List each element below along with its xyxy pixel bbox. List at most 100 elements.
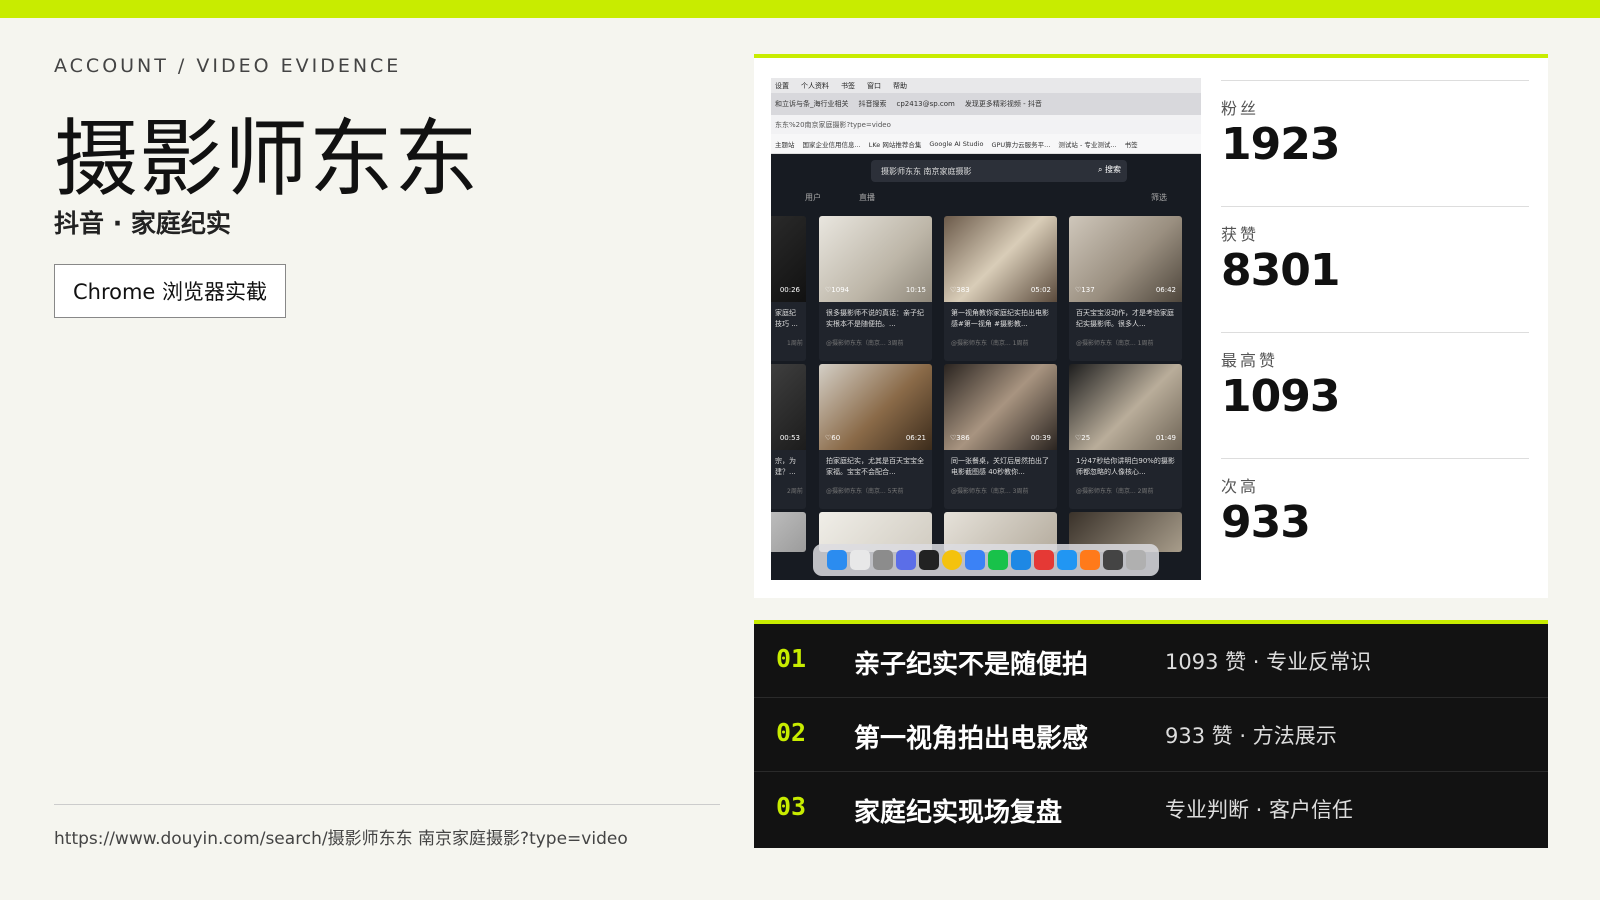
video-likes: ♡386	[950, 434, 970, 442]
video-likes: ♡60	[825, 434, 841, 442]
video-duration: 01:49	[1155, 434, 1176, 442]
video-duration: 10:15	[905, 286, 926, 294]
terminal-icon	[918, 550, 939, 570]
video-meta: @摄影师东东（南京... 2周前	[1076, 488, 1154, 495]
bookmark: 国家企业信用信息...	[802, 140, 861, 149]
video-tile: ♡137 06:42 百天宝宝没动作，才是考验家庭纪实摄影师。很多人... @摄…	[1069, 216, 1182, 361]
source-url: https://www.douyin.com/search/摄影师东东 南京家庭…	[54, 829, 628, 849]
video-tile: ♡383 05:02 第一视角教你家庭纪实拍出电影感#第一视角 #摄影教... …	[944, 216, 1057, 361]
rank-number: 01	[776, 644, 807, 673]
finder-icon	[826, 550, 847, 570]
video-duration: 00:39	[1030, 434, 1051, 442]
stat-label: 粉丝	[1221, 99, 1260, 118]
video-caption: 同一张餐桌，关灯后居然拍出了电影截图感 40秒教你...	[951, 457, 1049, 476]
stat-value: 1093	[1221, 371, 1340, 422]
video-caption: 拍家庭纪实，尤其是百天宝宝全家福。宝宝不会配合...	[826, 457, 924, 476]
iphone-icon	[1102, 550, 1123, 570]
video-meta: 1周前	[787, 340, 803, 347]
stat-value: 8301	[1221, 245, 1340, 296]
menu-item: 帮助	[893, 81, 907, 90]
video-title: 亲子纪实不是随便拍	[854, 650, 1089, 680]
settings-icon	[872, 550, 893, 570]
video-meta: @摄影师东东（南京... 5天前	[826, 488, 904, 495]
page-title: 摄影师东东	[54, 110, 480, 208]
video-likes: ♡25	[1075, 434, 1091, 442]
video-tile: ♡1094 10:15 很多摄影师不说的真话：亲子纪实根本不是随便拍。... @…	[819, 216, 932, 361]
filter-live: 直播	[859, 193, 875, 202]
chrome-icon	[941, 550, 962, 570]
video-caption: 1分47秒给你讲明白90%的摄影师都忽略的人像核心...	[1076, 457, 1175, 476]
stat-label: 次高	[1221, 477, 1260, 496]
menu-item: 个人资料	[801, 81, 829, 90]
video-note: 专业判断 · 客户信任	[1165, 798, 1354, 822]
app-icon	[895, 550, 916, 570]
stat-label: 最高赞	[1221, 351, 1279, 370]
stat-followers: 粉丝 1923	[1221, 80, 1529, 209]
wps-icon	[1033, 550, 1054, 570]
menu-item: 窗口	[867, 81, 881, 90]
video-tile: ♡60 06:21 拍家庭纪实，尤其是百天宝宝全家福。宝宝不会配合... @摄影…	[819, 364, 932, 509]
list-item: 03 家庭纪实现场复盘 专业判断 · 客户信任	[754, 772, 1548, 846]
video-note: 1093 赞 · 专业反常识	[1165, 650, 1372, 674]
app-icon	[1010, 550, 1031, 570]
video-caption: 家庭纪 技巧 ...	[775, 309, 798, 328]
bookmark: 书签	[1124, 140, 1138, 149]
rank-number: 02	[776, 718, 807, 747]
video-duration: 00:53	[779, 434, 800, 442]
video-title: 第一视角拍出电影感	[854, 724, 1089, 754]
video-tile: ♡25 01:49 1分47秒给你讲明白90%的摄影师都忽略的人像核心... @…	[1069, 364, 1182, 509]
accent-top-bar	[0, 0, 1600, 18]
video-likes: ♡383	[950, 286, 970, 294]
video-caption: 宗，为 建？...	[775, 457, 796, 476]
bookmark: 测试站 - 专业测试...	[1058, 140, 1117, 149]
menu-item: 书签	[841, 81, 855, 90]
bookmark: 主题站	[775, 140, 795, 149]
video-note: 933 赞 · 方法展示	[1165, 724, 1337, 748]
stat-label: 获赞	[1221, 225, 1260, 244]
douyin-search-box: 摄影师东东 南京家庭摄影 ⌕ 搜索	[871, 160, 1127, 182]
video-meta: @摄影师东东（南京... 3周前	[826, 340, 904, 347]
stat-second-likes: 次高 933	[1221, 458, 1529, 587]
launchpad-icon	[849, 550, 870, 570]
browser-screenshot: 设置 个人资料 书签 窗口 帮助 和立诉与条_海行业相关 抖音搜索 cp2413…	[771, 78, 1201, 580]
video-duration: 05:02	[1030, 286, 1051, 294]
mac-dock	[813, 544, 1159, 576]
page-subtitle: 抖音 · 家庭纪实	[54, 209, 231, 238]
browser-tab: 抖音搜索	[858, 100, 887, 108]
chart-app-icon	[1079, 550, 1100, 570]
video-tile	[771, 512, 806, 552]
bookmark: GPU算力云服务平...	[991, 140, 1051, 149]
video-meta: @摄影师东东（南京... 1周前	[1076, 340, 1154, 347]
stat-top-likes: 最高赞 1093	[1221, 332, 1529, 461]
filter-sort: 筛选	[1151, 193, 1167, 202]
bookmarks-bar: 主题站 国家企业信用信息... LKe 网站推荐合集 Google AI Stu…	[771, 134, 1201, 154]
video-caption: 百天宝宝没动作，才是考验家庭纪实摄影师。很多人...	[1076, 309, 1174, 328]
top-videos-list: 01 亲子纪实不是随便拍 1093 赞 · 专业反常识 02 第一视角拍出电影感…	[754, 620, 1548, 848]
filter-users: 用户	[805, 193, 821, 202]
video-duration: 06:21	[905, 434, 926, 442]
video-caption: 很多摄影师不说的真话：亲子纪实根本不是随便拍。...	[826, 309, 924, 328]
stat-likes: 获赞 8301	[1221, 206, 1529, 335]
video-meta: @摄影师东东（南京... 1周前	[951, 340, 1029, 347]
video-meta: @摄影师东东（南京... 3周前	[951, 488, 1029, 495]
video-duration: 06:42	[1155, 286, 1176, 294]
menu-item: 设置	[775, 81, 789, 90]
video-caption: 第一视角教你家庭纪实拍出电影感#第一视角 #摄影教...	[951, 309, 1049, 328]
video-title: 家庭纪实现场复盘	[854, 798, 1063, 828]
stat-value: 933	[1221, 497, 1311, 548]
bookmark: LKe 网站推荐合集	[868, 140, 922, 149]
evidence-card: 设置 个人资料 书签 窗口 帮助 和立诉与条_海行业相关 抖音搜索 cp2413…	[754, 54, 1548, 598]
source-chip: Chrome 浏览器实截	[54, 264, 286, 318]
list-item: 02 第一视角拍出电影感 933 赞 · 方法展示	[754, 698, 1548, 772]
search-button-label: 搜索	[1105, 165, 1121, 174]
list-item: 01 亲子纪实不是随便拍 1093 赞 · 专业反常识	[754, 624, 1548, 698]
mail-icon	[964, 550, 985, 570]
footer-divider	[54, 804, 720, 805]
video-likes: ♡137	[1075, 286, 1095, 294]
trash-icon	[1125, 550, 1146, 570]
browser-tab: 发现更多精彩视频 - 抖音	[964, 100, 1042, 108]
browser-tabs: 和立诉与条_海行业相关 抖音搜索 cp2413@sp.com 发现更多精彩视频 …	[771, 93, 1201, 115]
video-likes: ♡1094	[825, 286, 850, 294]
search-query: 摄影师东东 南京家庭摄影	[881, 166, 972, 176]
chat-icon	[1056, 550, 1077, 570]
